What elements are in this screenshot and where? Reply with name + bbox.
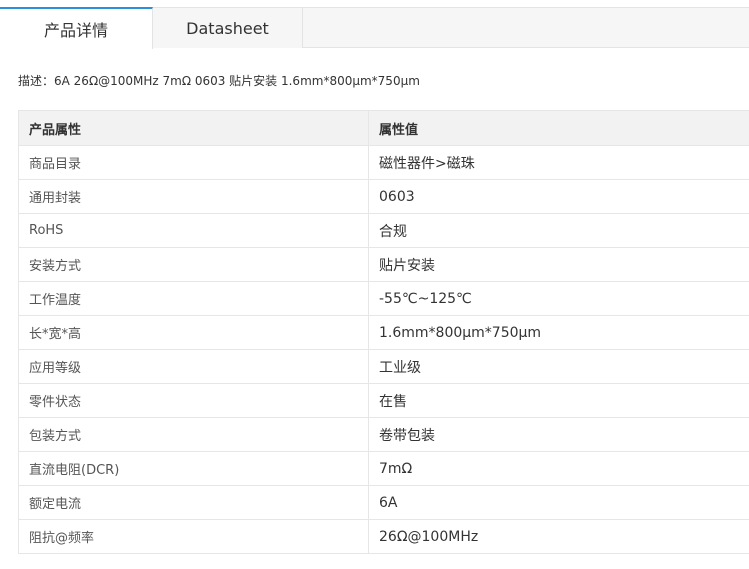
- attribute-name: 额定电流: [18, 485, 369, 520]
- attribute-value: 7mΩ: [368, 451, 749, 486]
- table-row: 包装方式 卷带包装: [18, 417, 749, 452]
- table-row: RoHS 合规: [18, 213, 749, 248]
- table-row: 工作温度 -55℃~125℃: [18, 281, 749, 316]
- table-row: 安装方式 贴片安装: [18, 247, 749, 282]
- attributes-table: 产品属性 属性值 商品目录 磁性器件>磁珠 通用封装 0603 RoHS 合规 …: [18, 110, 749, 554]
- header-value: 属性值: [368, 110, 749, 146]
- table-header-row: 产品属性 属性值: [18, 110, 749, 146]
- attribute-name: 商品目录: [18, 145, 369, 180]
- attribute-name: 阻抗@频率: [18, 519, 369, 554]
- attribute-value: 合规: [368, 213, 749, 248]
- attribute-name: 包装方式: [18, 417, 369, 452]
- header-attribute: 产品属性: [18, 110, 369, 146]
- tab-product-details[interactable]: 产品详情: [0, 7, 153, 49]
- attribute-value: 在售: [368, 383, 749, 418]
- table-row: 商品目录 磁性器件>磁珠: [18, 145, 749, 180]
- attribute-value: 6A: [368, 485, 749, 520]
- attribute-value: 26Ω@100MHz: [368, 519, 749, 554]
- attribute-name: 通用封装: [18, 179, 369, 214]
- table-row: 应用等级 工业级: [18, 349, 749, 384]
- attribute-name: 零件状态: [18, 383, 369, 418]
- table-row: 长*宽*高 1.6mm*800μm*750μm: [18, 315, 749, 350]
- description-label: 描述：: [18, 74, 55, 88]
- table-row: 额定电流 6A: [18, 485, 749, 520]
- attribute-value: -55℃~125℃: [368, 281, 749, 316]
- attribute-name: 应用等级: [18, 349, 369, 384]
- product-detail-page: 产品详情 Datasheet 描述：6A 26Ω@100MHz 7mΩ 0603…: [0, 0, 749, 569]
- attribute-value: 贴片安装: [368, 247, 749, 282]
- attribute-name: RoHS: [18, 213, 369, 248]
- table-row: 直流电阻(DCR) 7mΩ: [18, 451, 749, 486]
- table-row: 通用封装 0603: [18, 179, 749, 214]
- tab-datasheet[interactable]: Datasheet: [153, 7, 303, 48]
- description-text: 6A 26Ω@100MHz 7mΩ 0603 贴片安装 1.6mm*800μm*…: [54, 74, 420, 88]
- attribute-value: 0603: [368, 179, 749, 214]
- attribute-value: 工业级: [368, 349, 749, 384]
- attribute-value: 1.6mm*800μm*750μm: [368, 315, 749, 350]
- attribute-name: 工作温度: [18, 281, 369, 316]
- attribute-value: 磁性器件>磁珠: [368, 145, 749, 180]
- product-description: 描述：6A 26Ω@100MHz 7mΩ 0603 贴片安装 1.6mm*800…: [18, 72, 420, 89]
- table-row: 阻抗@频率 26Ω@100MHz: [18, 519, 749, 554]
- attribute-name: 长*宽*高: [18, 315, 369, 350]
- table-row: 零件状态 在售: [18, 383, 749, 418]
- attribute-value: 卷带包装: [368, 417, 749, 452]
- attribute-name: 直流电阻(DCR): [18, 451, 369, 486]
- tab-bar: 产品详情 Datasheet: [0, 0, 749, 49]
- attribute-name: 安装方式: [18, 247, 369, 282]
